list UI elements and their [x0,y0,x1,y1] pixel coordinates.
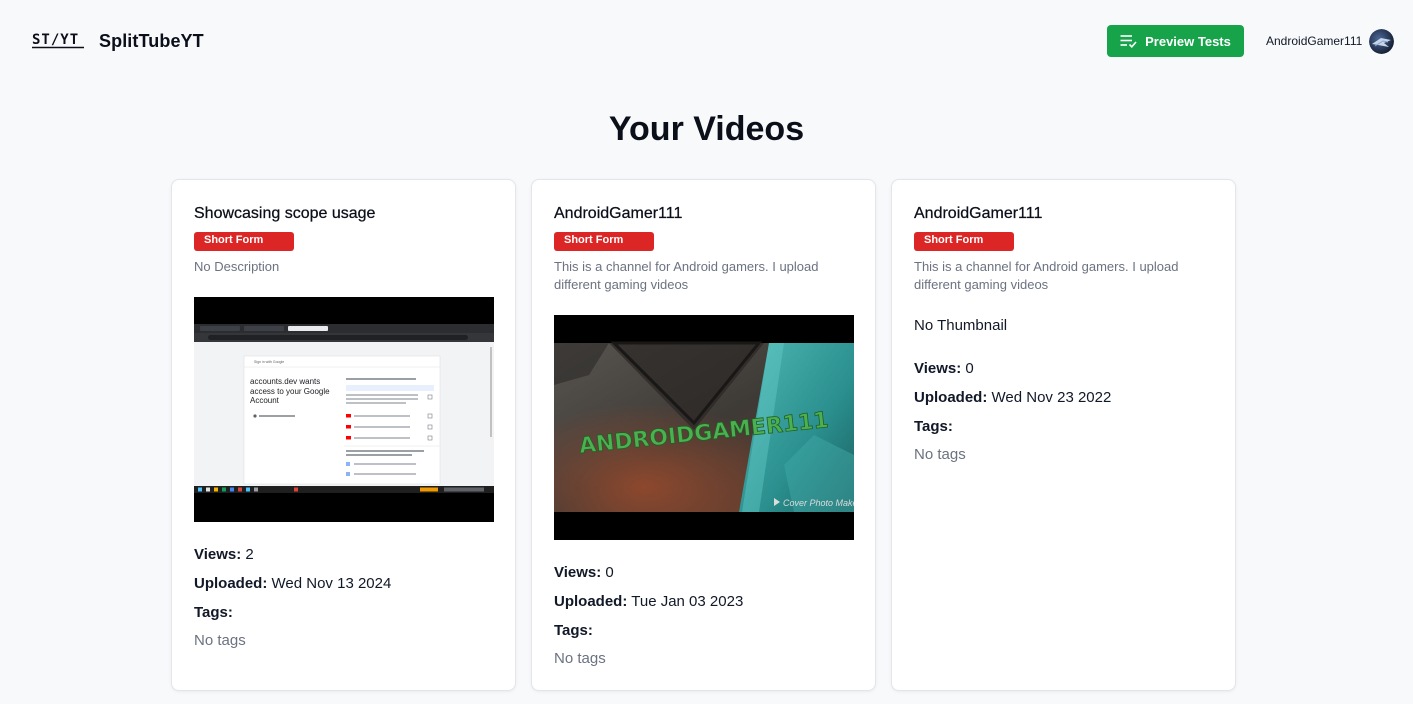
no-thumbnail-text: No Thumbnail [914,317,1008,334]
avatar[interactable] [1369,29,1394,54]
uploaded-label: Uploaded: [194,575,268,592]
top-nav: ST/YT SplitTubeYT Preview Tests AndroidG… [0,0,1413,82]
tags-value: No tags [194,632,246,649]
tags-label: Tags: [554,622,593,639]
views-value: 2 [245,546,254,563]
uploaded-stat: Uploaded: Wed Nov 23 2022 [914,389,1111,406]
video-description: This is a channel for Android gamers. I … [914,259,1179,292]
views-stat: Views: 2 [194,546,254,563]
views-label: Views: [914,360,962,377]
thumbnail-watermark: Cover Photo Maker [783,498,854,508]
views-label: Views: [554,564,602,581]
video-card[interactable]: AndroidGamer111 Short Form This is a cha… [531,179,876,691]
video-title: AndroidGamer111 [914,205,1043,222]
uploaded-value: Tue Jan 03 2023 [631,593,744,610]
tags-value: No tags [554,650,606,667]
svg-text:ST/YT: ST/YT [32,32,79,48]
format-badge: Short Form [914,232,1014,251]
username[interactable]: AndroidGamer111 [1266,34,1362,48]
preview-tests-button[interactable]: Preview Tests [1107,25,1244,57]
brand-name[interactable]: SplitTubeYT [99,31,204,52]
views-stat: Views: 0 [554,564,614,581]
tags-label: Tags: [194,604,233,621]
views-label: Views: [194,546,242,563]
views-value: 0 [605,564,614,581]
format-badge: Short Form [194,232,294,251]
tags-stat: Tags: [194,604,233,621]
tags-value: No tags [914,446,966,463]
tags-label: Tags: [914,418,953,435]
uploaded-stat: Uploaded: Wed Nov 13 2024 [194,575,391,592]
video-title: AndroidGamer111 [554,205,683,222]
video-card[interactable]: Showcasing scope usage Short Form No Des… [171,179,516,691]
tags-stat: Tags: [554,622,593,639]
logo-icon[interactable]: ST/YT [32,31,84,49]
svg-text:Sign in with Google: Sign in with Google [254,360,284,364]
thumbnail-heading: accounts.dev wants access to your Google… [250,377,330,405]
video-description: No Description [194,259,280,274]
video-thumbnail[interactable]: Sign in with Google accounts.dev wants a… [194,297,494,522]
video-description: This is a channel for Android gamers. I … [554,259,819,292]
uploaded-label: Uploaded: [554,593,628,610]
preview-tests-label: Preview Tests [1145,33,1231,49]
page-title: Your Videos [608,110,805,148]
uploaded-stat: Uploaded: Tue Jan 03 2023 [554,593,743,610]
video-thumbnail[interactable]: ANDROIDGAMER111 Cover Photo Maker [554,315,854,540]
views-stat: Views: 0 [914,360,974,377]
checklist-icon [1120,35,1137,48]
video-title: Showcasing scope usage [194,205,376,222]
video-card[interactable]: AndroidGamer111 Short Form This is a cha… [891,179,1236,691]
views-value: 0 [965,360,974,377]
tags-stat: Tags: [914,418,953,435]
format-badge: Short Form [554,232,654,251]
uploaded-value: Wed Nov 13 2024 [271,575,392,592]
uploaded-value: Wed Nov 23 2022 [991,389,1112,406]
uploaded-label: Uploaded: [914,389,988,406]
